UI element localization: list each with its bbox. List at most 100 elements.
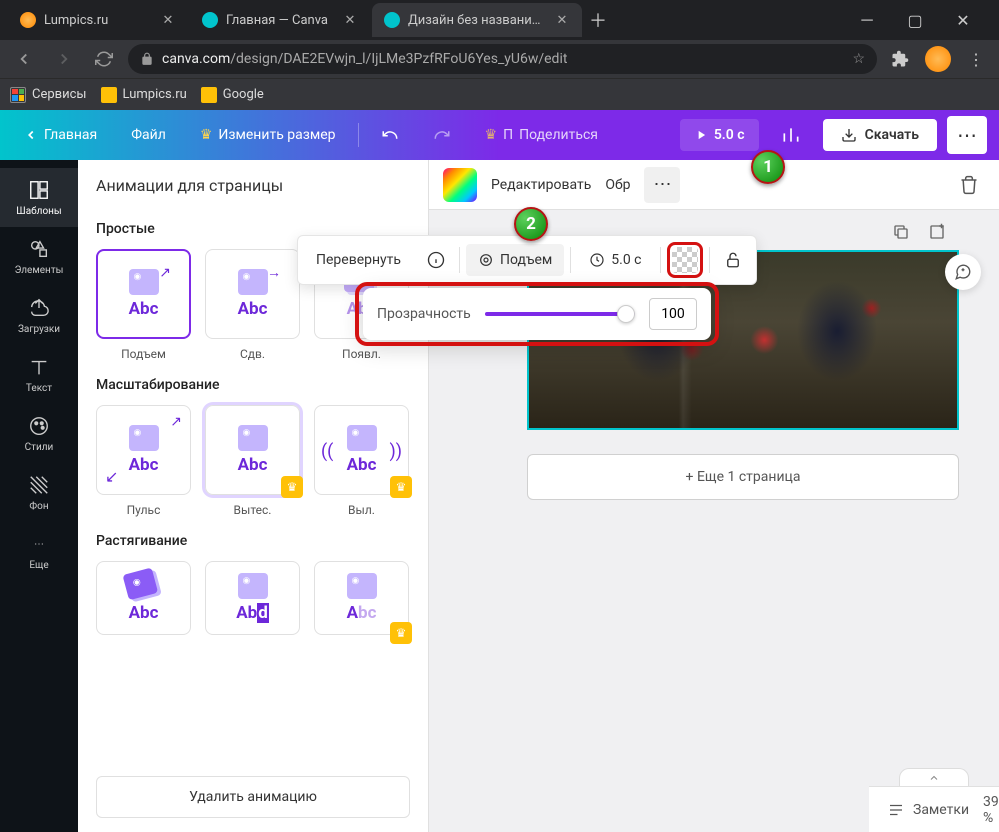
crop-link[interactable]: Обр xyxy=(605,177,630,193)
share-button[interactable]: ♛ П Поделиться xyxy=(473,119,610,151)
tabs-bar: Lumpics.ru ✕ Главная — Canva ✕ Дизайн бе… xyxy=(0,0,999,40)
animation-lift-button[interactable]: Подъем xyxy=(466,244,564,276)
tab-favicon xyxy=(384,12,400,28)
crown-icon: ♛ xyxy=(281,476,303,498)
crown-icon: ♛ xyxy=(485,127,498,143)
avatar[interactable] xyxy=(923,44,953,74)
uploads-icon xyxy=(27,296,51,320)
minimize-button[interactable]: ─ xyxy=(847,5,887,35)
charts-button[interactable] xyxy=(769,117,813,153)
bookmark-services[interactable]: Сервисы xyxy=(10,87,87,103)
rail-background[interactable]: Фон xyxy=(0,463,78,522)
new-tab-button[interactable]: ＋ xyxy=(584,6,612,34)
rail-text[interactable]: Текст xyxy=(0,345,78,404)
rail-styles[interactable]: Стили xyxy=(0,404,78,463)
redo-button[interactable] xyxy=(421,118,463,152)
more-icon: ⋯ xyxy=(27,532,51,556)
rail-uploads[interactable]: Загрузки xyxy=(0,286,78,345)
resize-button[interactable]: ♛ Изменить размер xyxy=(188,119,348,151)
forward-button[interactable] xyxy=(48,43,80,75)
tool-rail: Шаблоны Элементы Загрузки Текст Стили xyxy=(0,160,78,832)
anim-stretch-1[interactable]: Abc xyxy=(96,561,191,635)
canva-toolbar: Главная Файл ♛ Изменить размер ♛ П Подел… xyxy=(0,110,999,160)
address-bar[interactable]: canva.com/design/DAE2EVwjn_l/IjLMe3PzfRF… xyxy=(128,44,877,74)
crown-icon: ♛ xyxy=(200,127,213,143)
duration-button[interactable]: 5.0 с xyxy=(577,244,653,276)
comment-button[interactable] xyxy=(945,254,981,290)
tab-favicon xyxy=(20,12,36,28)
tab-title: Дизайн без названия — 1024 xyxy=(408,13,546,28)
zoom-value[interactable]: 39 % xyxy=(983,794,999,826)
lock-icon[interactable] xyxy=(716,243,750,277)
remove-animation-button[interactable]: Удалить анимацию xyxy=(96,776,410,818)
text-icon xyxy=(27,355,51,379)
close-window-button[interactable]: ✕ xyxy=(943,5,983,35)
crown-icon: ♛ xyxy=(390,476,412,498)
transparency-button[interactable] xyxy=(672,247,698,273)
maximize-button[interactable]: ▢ xyxy=(895,5,935,35)
close-icon[interactable]: ✕ xyxy=(554,12,570,28)
tab-lumpics[interactable]: Lumpics.ru ✕ xyxy=(8,3,188,37)
anim-pulse[interactable]: ↗Abc↙ Пульс xyxy=(96,405,191,517)
anim-stretch-2[interactable]: Abd xyxy=(205,561,300,635)
tab-title: Главная — Canva xyxy=(226,13,334,28)
bookmark-lumpics[interactable]: Lumpics.ru xyxy=(101,87,187,103)
close-icon[interactable]: ✕ xyxy=(342,12,358,28)
transparency-label: Прозрачность xyxy=(377,306,471,322)
context-toolbar: Перевернуть Подъем 5.0 с xyxy=(297,235,757,285)
anim-pan[interactable]: →Abc Сдв. xyxy=(205,249,300,361)
elements-icon xyxy=(27,237,51,261)
rail-elements[interactable]: Элементы xyxy=(0,227,78,286)
play-button[interactable]: 5.0 с xyxy=(680,119,759,151)
anim-wipe[interactable]: Abc♛ Вытес. xyxy=(205,405,300,517)
edit-link[interactable]: Редактировать xyxy=(491,177,591,193)
reload-button[interactable] xyxy=(88,43,120,75)
add-page-button[interactable]: + Еще 1 страница xyxy=(527,454,959,500)
duplicate-page-icon[interactable] xyxy=(887,218,915,246)
browser-chrome: Lumpics.ru ✕ Главная — Canva ✕ Дизайн бе… xyxy=(0,0,999,110)
transparency-value[interactable]: 100 xyxy=(649,298,697,330)
annotation-badge-1: 1 xyxy=(751,150,785,184)
anim-breathe[interactable]: ((Abc))♛ Выл. xyxy=(314,405,409,517)
info-icon[interactable] xyxy=(419,243,453,277)
slider-thumb[interactable] xyxy=(617,305,635,323)
rail-more[interactable]: ⋯ Еще xyxy=(0,522,78,581)
rail-templates[interactable]: Шаблоны xyxy=(0,168,78,227)
bookmarks-bar: Сервисы Lumpics.ru Google xyxy=(0,78,999,110)
anim-rise[interactable]: ↗Abc Подъем xyxy=(96,249,191,361)
close-icon[interactable]: ✕ xyxy=(160,12,176,28)
page-drawer-handle[interactable] xyxy=(899,768,969,786)
home-button[interactable]: Главная xyxy=(12,119,109,151)
tab-canva-design[interactable]: Дизайн без названия — 1024 ✕ xyxy=(372,3,582,37)
panel-title: Анимации для страницы xyxy=(78,160,428,205)
transparency-button-highlight xyxy=(667,242,703,278)
tab-canva-home[interactable]: Главная — Canva ✕ xyxy=(190,3,370,37)
edit-toolbar: Редактировать Обр ⋯ xyxy=(429,160,999,210)
transparency-slider[interactable] xyxy=(485,312,635,316)
trash-icon[interactable] xyxy=(953,169,985,201)
undo-button[interactable] xyxy=(369,118,411,152)
anim-stretch-3[interactable]: Abc♛ xyxy=(314,561,409,635)
add-page-icon[interactable] xyxy=(923,218,951,246)
crown-icon: ♛ xyxy=(390,622,412,644)
extensions-icon[interactable] xyxy=(885,44,915,74)
notes-button[interactable]: Заметки xyxy=(887,801,969,819)
styles-icon xyxy=(27,414,51,438)
templates-icon xyxy=(27,178,51,202)
bookmark-google[interactable]: Google xyxy=(201,87,264,103)
browser-menu-icon[interactable]: ⋮ xyxy=(961,44,991,74)
section-scale: Масштабирование xyxy=(96,377,410,393)
lock-icon xyxy=(140,52,154,66)
flip-button[interactable]: Перевернуть xyxy=(304,244,413,276)
address-bar-row: canva.com/design/DAE2EVwjn_l/IjLMe3PzfRF… xyxy=(0,40,999,78)
file-menu[interactable]: Файл xyxy=(119,119,178,151)
star-icon[interactable]: ☆ xyxy=(852,51,865,67)
download-button[interactable]: Скачать xyxy=(823,119,937,151)
edit-more-button[interactable]: ⋯ xyxy=(644,167,680,203)
more-menu[interactable]: ⋯ xyxy=(947,116,987,154)
section-stretch: Растягивание xyxy=(96,533,410,549)
page-tools xyxy=(887,218,951,246)
back-button[interactable] xyxy=(8,43,40,75)
color-picker-button[interactable] xyxy=(443,168,477,202)
background-icon xyxy=(27,473,51,497)
